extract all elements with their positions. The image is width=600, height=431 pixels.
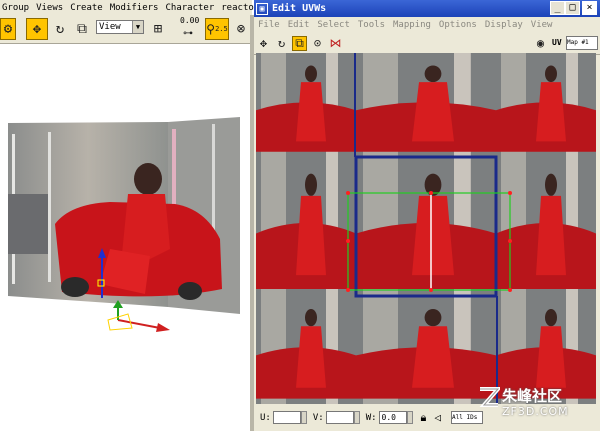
uvw-menu-file[interactable]: File <box>254 20 284 30</box>
v-spinner[interactable] <box>353 411 360 424</box>
checker-icon[interactable]: ◉ <box>533 36 548 51</box>
menu-views[interactable]: Views <box>34 3 65 13</box>
uv-texture-tile <box>496 53 596 157</box>
close-icon[interactable]: × <box>582 1 597 15</box>
map-dropdown[interactable]: Map #1 <box>566 36 598 50</box>
gizmo-x-axis <box>117 319 161 329</box>
window-app-icon: ▣ <box>256 2 268 15</box>
uvw-menu-mapping[interactable]: Mapping <box>389 20 435 30</box>
w-label: W: <box>365 412 377 423</box>
menu-modifiers[interactable]: Modifiers <box>108 3 161 13</box>
uv-vertex <box>429 288 433 292</box>
snap-value: 0.00 <box>180 16 200 25</box>
uv-texture-tile <box>256 157 356 296</box>
uvw-menu-edit[interactable]: Edit <box>284 20 314 30</box>
freeform-icon[interactable]: ⊙ <box>310 36 325 51</box>
uvw-menu-view[interactable]: View <box>527 20 557 30</box>
pivot-center-icon[interactable]: ⊞ <box>150 18 166 40</box>
uvw-toolbar: ✥ ↻ ⧉ ⊙ ⋈ ◉ UV Map #1 <box>254 32 600 55</box>
edit-uvws-titlebar[interactable]: ▣ Edit UVWs _ □ × <box>254 0 600 17</box>
model-head <box>134 163 162 195</box>
viewport-scene <box>8 117 240 332</box>
scale-icon[interactable]: ⧉ <box>292 36 307 51</box>
u-label: U: <box>260 412 271 423</box>
uvw-menu-options[interactable]: Options <box>435 20 481 30</box>
menu-create[interactable]: Create <box>68 3 105 13</box>
viewport-perspective[interactable] <box>0 44 250 431</box>
uvw-menu-tools[interactable]: Tools <box>354 20 389 30</box>
chevron-down-icon[interactable]: ▼ <box>132 21 143 33</box>
u-spinner[interactable] <box>300 411 307 424</box>
uvw-menubar: File Edit Select Tools Mapping Options D… <box>254 17 600 32</box>
main-toolbar: ⚙ ✥ ↻ ⧉ View ▼ ⊞ 0.00 ⊶ ⚲ 2.5 ⊗ <box>0 15 252 44</box>
wheel-right <box>178 282 202 300</box>
reference-coordinate-select[interactable]: View ▼ <box>96 20 144 34</box>
uv-mode-label[interactable]: UV <box>552 38 562 47</box>
uvw-menu-select[interactable]: Select <box>313 20 354 30</box>
menu-character[interactable]: Character <box>163 3 216 13</box>
uv-texture-tile <box>356 157 496 296</box>
uv-texture-tile <box>496 157 596 296</box>
uv-editor-canvas[interactable] <box>256 53 596 404</box>
move-tool-icon[interactable]: ✥ <box>26 18 48 40</box>
angle-snap-icon[interactable]: ⚲ 2.5 <box>205 18 229 40</box>
uv-texture-tile <box>256 53 356 157</box>
v-field[interactable] <box>325 411 354 424</box>
pan-icon[interactable]: ◁ <box>434 411 441 424</box>
uv-texture-tile <box>356 296 496 404</box>
rotate-icon[interactable]: ↻ <box>274 36 289 51</box>
menu-group[interactable]: Group <box>0 3 31 13</box>
uv-texture-tile <box>256 296 356 404</box>
spinner-snap-icon[interactable]: ⊶ <box>178 26 198 40</box>
uv-tiled-texture <box>256 53 596 404</box>
w-field[interactable]: 0.0 <box>378 411 407 424</box>
uv-vertex <box>508 239 512 243</box>
watermark: 朱峰社区 ZF3D.COM <box>478 385 596 425</box>
angle-snap-value: 2.5 <box>215 25 228 33</box>
edit-uvws-window: ▣ Edit UVWs _ □ × File Edit Select Tools… <box>254 0 600 431</box>
watermark-url-text: ZF3D.COM <box>502 405 569 418</box>
lock-icon[interactable]: 🔒︎ <box>421 411 427 425</box>
reference-coordinate-value: View <box>99 22 121 32</box>
minimize-icon[interactable]: _ <box>550 1 565 15</box>
window-title: Edit UVWs <box>272 3 327 14</box>
uv-vertex <box>346 239 350 243</box>
uv-vertex <box>508 288 512 292</box>
uv-vertex <box>508 191 512 195</box>
rotate-tool-icon[interactable]: ↻ <box>52 18 68 40</box>
u-field[interactable] <box>272 411 301 424</box>
model-body <box>122 194 170 259</box>
scale-tool-icon[interactable]: ⧉ <box>74 18 90 40</box>
select-region-icon[interactable]: ⚙ <box>0 18 16 40</box>
uv-vertex <box>346 288 350 292</box>
wheel-left <box>61 277 89 297</box>
watermark-logo-icon <box>479 387 500 407</box>
v-label: V: <box>312 412 324 423</box>
w-spinner[interactable] <box>406 411 413 424</box>
mirror-icon[interactable]: ⋈ <box>328 36 343 51</box>
maximize-icon[interactable]: □ <box>565 1 580 15</box>
uv-texture-tile <box>356 53 496 157</box>
uvw-menu-display[interactable]: Display <box>481 20 527 30</box>
watermark-cn-text: 朱峰社区 <box>502 387 563 405</box>
uv-vertex <box>429 191 433 195</box>
magnet-icon[interactable]: ⊗ <box>232 18 250 40</box>
main-menubar: Group Views Create Modifiers Character r… <box>0 0 259 16</box>
move-icon[interactable]: ✥ <box>256 36 271 51</box>
uv-vertex <box>346 191 350 195</box>
